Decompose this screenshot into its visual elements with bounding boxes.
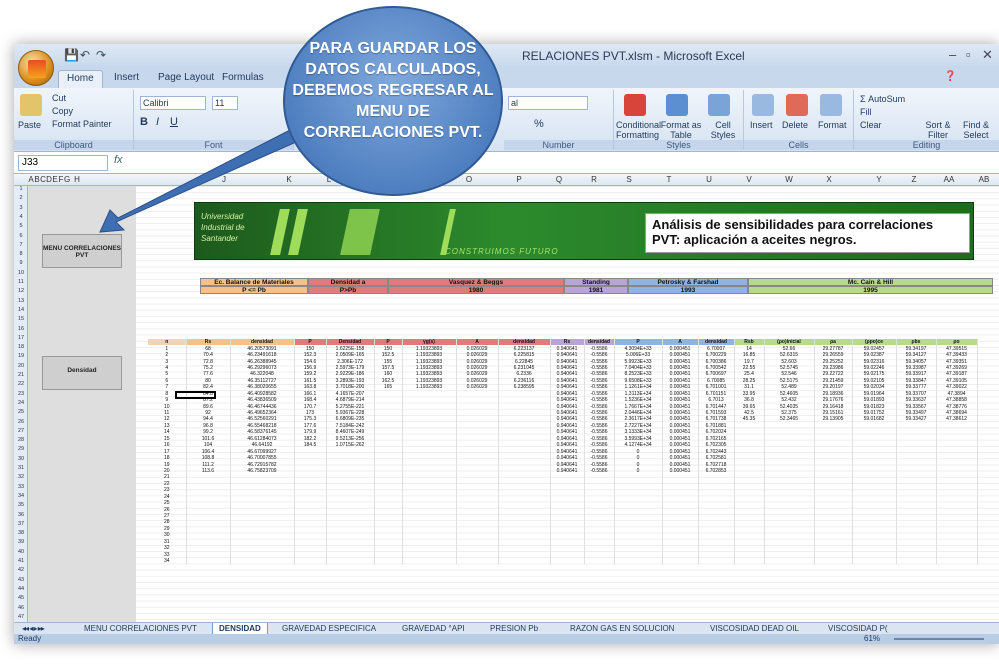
arrow-shape xyxy=(99,129,301,233)
callout-bubble: PARA GUARDAR LOS DATOS CALCULADOS, DEBEM… xyxy=(283,6,503,196)
